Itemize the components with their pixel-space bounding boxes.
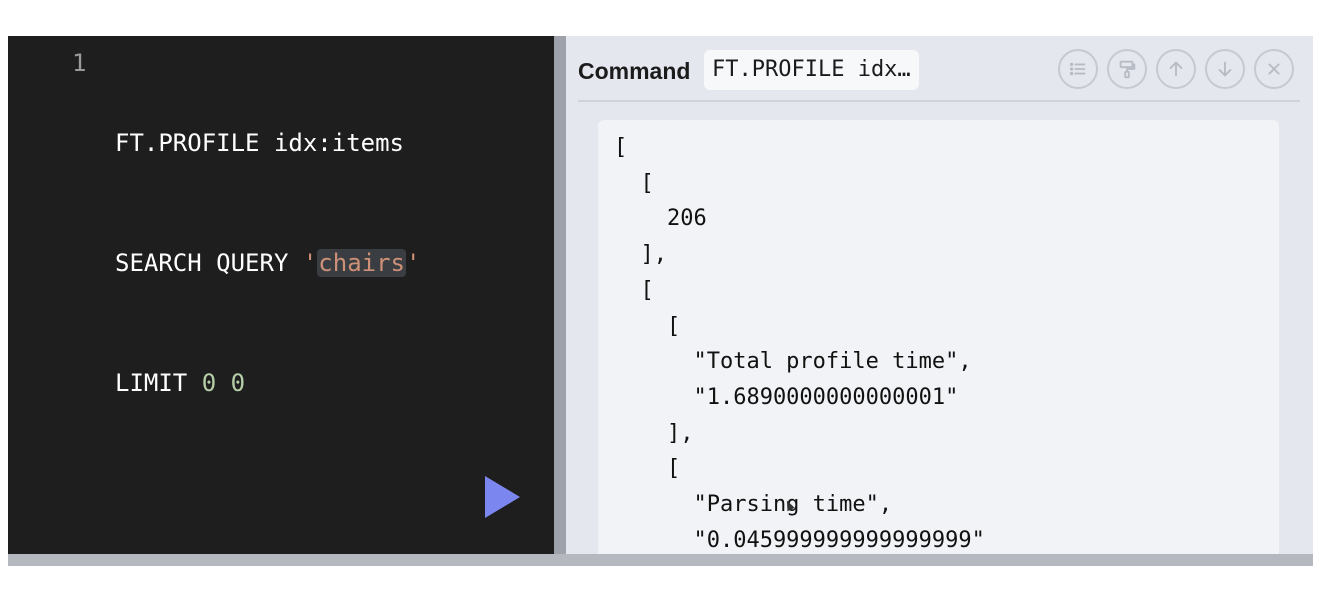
- arrow-down-icon[interactable]: [1205, 49, 1245, 89]
- code-line-1: FT.PROFILE idx:items: [115, 129, 404, 157]
- command-label: Command: [578, 58, 691, 84]
- code-line-2: SEARCH QUERY 'chairs': [115, 243, 420, 283]
- run-button[interactable]: [485, 476, 520, 518]
- output-text: [ [ 206 ], [ [ "Total profile time", "1.…: [614, 135, 985, 553]
- code-line-3: LIMIT 0 0: [115, 363, 420, 403]
- close-icon[interactable]: [1254, 49, 1294, 89]
- number-literal: 0: [230, 369, 246, 397]
- pane-divider[interactable]: [554, 36, 566, 554]
- code-keyword: SEARCH QUERY: [115, 249, 303, 277]
- redis-workbench: 1 FT.PROFILE idx:items SEARCH QUERY 'cha…: [8, 36, 1313, 566]
- query-editor[interactable]: 1 FT.PROFILE idx:items SEARCH QUERY 'cha…: [8, 36, 554, 554]
- line-number: 1: [72, 49, 87, 77]
- string-quote-open: ': [302, 249, 318, 277]
- string-literal: chairs: [317, 249, 406, 277]
- arrow-up-icon[interactable]: [1156, 49, 1196, 89]
- result-pane: Command FT.PROFILE idx… [[206], [["…: [566, 36, 1313, 554]
- editor-code[interactable]: FT.PROFILE idx:items SEARCH QUERY 'chair…: [115, 43, 420, 483]
- command-value[interactable]: FT.PROFILE idx…: [704, 50, 919, 90]
- command-header: Command FT.PROFILE idx…: [578, 49, 1300, 102]
- code-keyword: LIMIT: [115, 369, 202, 397]
- string-quote-close: ': [406, 249, 421, 277]
- number-literal: 0: [201, 369, 217, 397]
- format-paint-icon[interactable]: [1107, 49, 1147, 89]
- list-icon[interactable]: [1058, 49, 1098, 89]
- command-output: [ [ 206 ], [ [ "Total profile time", "1.…: [598, 120, 1279, 554]
